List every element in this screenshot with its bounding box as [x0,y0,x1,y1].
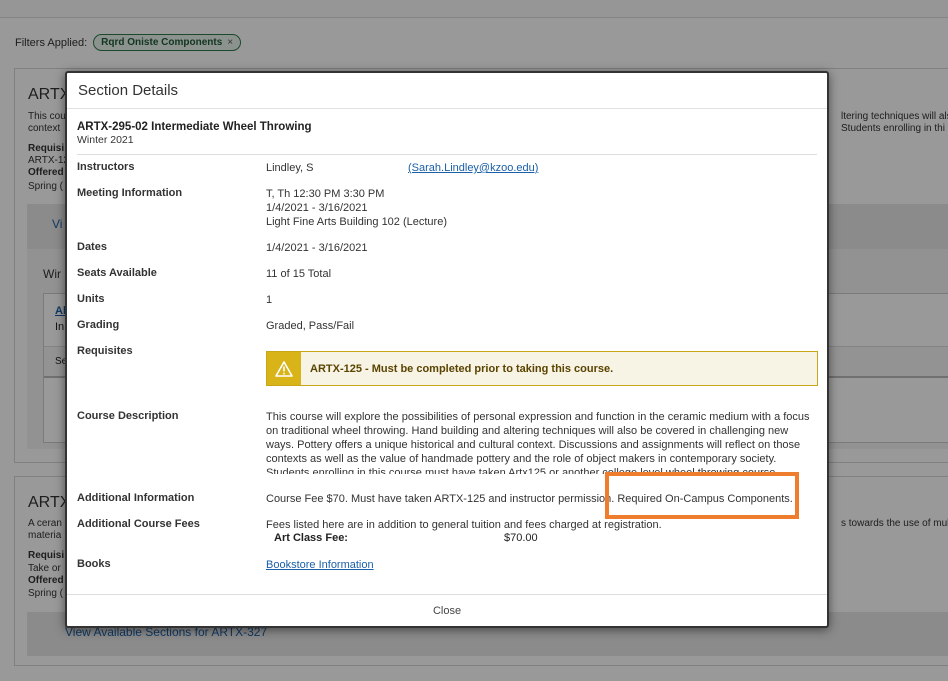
course-description-text: This course will explore the possibiliti… [266,411,810,474]
instructor-email-link[interactable]: (Sarah.Lindley@kzoo.edu) [408,162,538,174]
dialog-header: Section Details [67,73,827,109]
course-description-label: Course Description [77,410,179,422]
meeting-location: Light Fine Arts Building 102 (Lecture) [266,216,447,228]
dialog-body[interactable]: ARTX-295-02 Intermediate Wheel Throwing … [67,110,827,594]
course-heading: ARTX-295-02 Intermediate Wheel Throwing … [77,121,312,146]
fees-intro: Fees listed here are in addition to gene… [266,519,662,531]
seats-label: Seats Available [77,267,157,279]
bookstore-link[interactable]: Bookstore Information [266,559,374,571]
fee-row: Art Class Fee: $70.00 [274,532,538,544]
fee-name: Art Class Fee: [274,532,348,544]
meeting-days-time: T, Th 12:30 PM 3:30 PM [266,188,385,200]
additional-info-value: Course Fee $70. Must have taken ARTX-125… [266,493,793,505]
section-details-dialog: Section Details ARTX-295-02 Intermediate… [65,71,829,628]
requisite-warning-text: ARTX-125 - Must be completed prior to ta… [310,362,614,375]
dialog-title: Section Details [78,82,179,99]
grading-value: Graded, Pass/Fail [266,320,355,332]
course-name: ARTX-295-02 Intermediate Wheel Throwing [77,121,312,133]
instructor-email: (Sarah.Lindley@kzoo.edu) [408,161,538,175]
books-label: Books [77,558,111,570]
instructors-label: Instructors [77,161,135,173]
units-label: Units [77,293,105,305]
divider [77,154,817,155]
meeting-info: T, Th 12:30 PM 3:30 PM 1/4/2021 - 3/16/2… [266,187,447,229]
warning-icon [267,352,301,385]
requisites-label: Requisites [77,345,133,357]
units-value: 1 [266,294,273,306]
fee-amount: $70.00 [504,532,538,544]
additional-fees-label: Additional Course Fees [77,518,200,530]
additional-info-label: Additional Information [77,492,195,504]
requisite-warning: ARTX-125 - Must be completed prior to ta… [266,351,818,386]
books-value: Bookstore Information [266,558,374,572]
dates-label: Dates [77,241,107,253]
instructor-name: Lindley, S [266,162,314,174]
dates-value: 1/4/2021 - 3/16/2021 [266,242,368,254]
meeting-dates: 1/4/2021 - 3/16/2021 [266,202,368,214]
meeting-label: Meeting Information [77,187,183,199]
close-button[interactable]: Close [433,605,461,617]
seats-value: 11 of 15 Total [266,268,332,280]
course-term: Winter 2021 [77,134,134,146]
grading-label: Grading [77,319,120,331]
dialog-footer: Close [67,594,827,626]
